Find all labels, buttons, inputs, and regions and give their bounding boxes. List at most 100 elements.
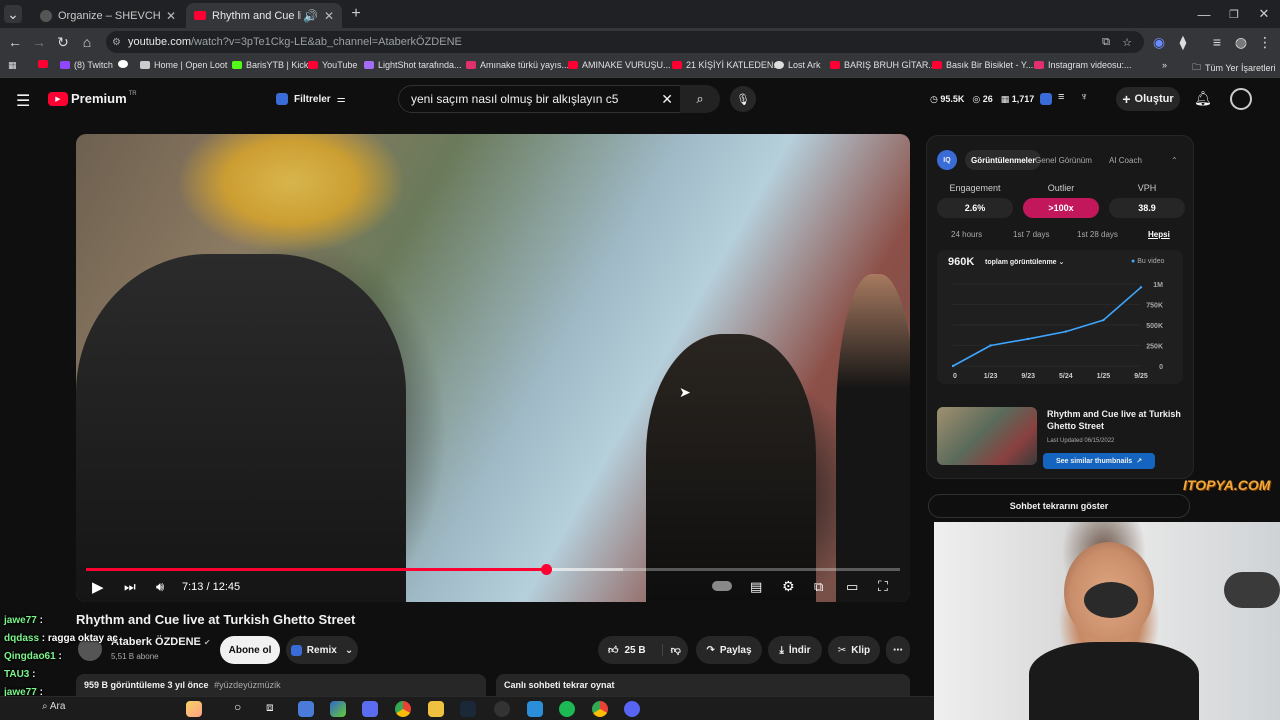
fullscreen-icon[interactable]: ⛶ — [878, 578, 888, 595]
scrubber-handle[interactable] — [540, 564, 552, 575]
bookmark-open-loot[interactable]: Home | Open Loot — [140, 60, 227, 70]
tab-views[interactable]: Görüntülenmeler — [965, 150, 1042, 170]
subscribe-button[interactable]: Abone ol — [220, 636, 280, 664]
range-all[interactable]: Hepsi — [1148, 230, 1170, 239]
bookmark-aminake-vurusu[interactable]: AMINAKE VURUŞU... — [568, 60, 671, 70]
install-app-icon[interactable]: ⧉ — [1102, 36, 1110, 49]
obs-icon[interactable] — [494, 701, 510, 717]
collapse-chevron-icon[interactable]: ⌃ — [1171, 150, 1178, 170]
chrome-icon[interactable] — [395, 701, 411, 717]
play-icon[interactable]: ▶ — [92, 578, 104, 596]
app-icon[interactable] — [527, 701, 543, 717]
file-explorer-icon[interactable] — [428, 701, 444, 717]
steam-icon[interactable] — [460, 701, 476, 717]
autoplay-toggle[interactable] — [712, 581, 732, 591]
theater-mode-icon[interactable]: ▭ — [846, 579, 858, 595]
bookmark-twitch[interactable]: (8) Twitch — [60, 60, 113, 70]
minimize-button[interactable]: — — [1188, 0, 1220, 28]
bookmark-star-icon[interactable]: ☆ — [1122, 36, 1132, 49]
see-similar-thumbnails-button[interactable]: See similar thumbnails ↗ — [1043, 453, 1155, 469]
extensions-puzzle-icon[interactable]: ⧫ — [1174, 33, 1192, 51]
close-icon[interactable]: ✕ — [166, 9, 176, 23]
dislike-icon[interactable]: 👎︎ — [661, 644, 681, 656]
remix-button[interactable]: Remix ⌄ — [286, 636, 358, 664]
bookmark-lost-ark[interactable]: Lost Ark — [774, 60, 821, 70]
description-box[interactable]: 959 B görüntüleme 3 yıl önce #yüzdeyüzmü… — [76, 674, 486, 698]
search-input[interactable]: yeni saçım nasıl olmuş bir alkışlayın c5… — [398, 85, 686, 113]
back-button[interactable]: ← — [6, 33, 24, 51]
bookmark-youtube-shortcut[interactable] — [38, 60, 52, 68]
restore-button[interactable]: ❐ — [1218, 0, 1250, 28]
bookmark-basik-bisiklet[interactable]: Basık Bir Bisiklet - Y... — [932, 60, 1033, 70]
new-tab-button[interactable]: + — [340, 0, 372, 28]
like-icon[interactable]: 👍︎ — [608, 644, 618, 656]
hashtag-link[interactable]: #yüzdeyüzmüzik — [214, 680, 281, 690]
video-player[interactable]: ➤ ▶ ⏭ 🔊︎ 7:13 / 12:45 ▤ ⚙ ⧉ ▭ ⛶ — [76, 134, 910, 602]
bookmark-baris-bruh[interactable]: BARIŞ BRUH GİTAR... — [830, 60, 936, 70]
taskbar-search[interactable]: ⌕ Ara — [42, 701, 65, 712]
more-bookmarks-icon[interactable]: » — [1162, 60, 1167, 70]
audio-icon[interactable]: 🔊 — [303, 9, 318, 23]
tab-ai-coach[interactable]: AI Coach — [1109, 150, 1142, 170]
bookmark-instagram-video[interactable]: Instagram videosu:... — [1034, 60, 1132, 70]
more-actions-button[interactable]: ⋯ — [886, 636, 910, 664]
bookmark-lightshot[interactable]: LightShot tarafında... — [364, 60, 462, 70]
iq-icon[interactable] — [1040, 93, 1052, 105]
voice-search-button[interactable]: 🎙 — [730, 86, 756, 112]
range-24h[interactable]: 24 hours — [951, 230, 982, 239]
extension-icon[interactable]: ◉ — [1150, 33, 1168, 51]
chrome-icon[interactable] — [592, 701, 608, 717]
bookmark-youtube[interactable]: YouTube — [308, 60, 357, 70]
start-icon[interactable]: ○ — [234, 700, 241, 714]
miniplayer-icon[interactable]: ⧉ — [814, 579, 823, 595]
profile-icon[interactable]: ◍ — [1232, 33, 1250, 51]
hamburger-menu-icon[interactable]: ☰ — [16, 91, 30, 111]
site-info-icon[interactable]: ⚙ — [112, 37, 121, 48]
app-icon[interactable] — [298, 701, 314, 717]
store-icon[interactable] — [362, 701, 378, 717]
close-window-button[interactable]: ✕ — [1248, 0, 1280, 28]
reload-button[interactable]: ↻ — [54, 33, 72, 51]
tab-rhythm-and-cue[interactable]: Rhythm and Cue live at Turki 🔊 ✕ — [186, 3, 342, 28]
close-icon[interactable]: ✕ — [324, 9, 334, 23]
progress-bar[interactable] — [86, 564, 900, 575]
copilot-icon[interactable] — [330, 701, 346, 717]
settings-gear-icon[interactable]: ⚙ — [782, 578, 795, 595]
bookmark-aminake-turku[interactable]: Amınake türkü yayıs... — [466, 60, 569, 70]
subtitles-icon[interactable]: ▤ — [750, 579, 762, 595]
bookmark-21-kisiyi[interactable]: 21 KİŞİYİ KATLEDEN... — [672, 60, 781, 70]
download-button[interactable]: ⤓ İndir — [768, 636, 822, 664]
home-button[interactable]: ⌂ — [78, 33, 96, 51]
create-button[interactable]: + Oluştur — [1116, 87, 1180, 111]
bookmark-kick[interactable]: BarisYTB | Kick — [232, 60, 308, 70]
youtube-logo[interactable]: ▶ Premium TR — [48, 91, 137, 106]
range-7d[interactable]: 1st 7 days — [1013, 230, 1049, 239]
share-button[interactable]: ↷ Paylaş — [696, 636, 762, 664]
tab-shevchenko[interactable]: Organize – SHEVCHENKO Lyrics ✕ — [32, 3, 184, 28]
clip-button[interactable]: ✂ Klip — [828, 636, 880, 664]
task-view-icon[interactable]: ⧈ — [266, 700, 274, 715]
clear-search-icon[interactable]: ✕ — [661, 91, 673, 108]
discord-icon[interactable] — [624, 701, 640, 717]
tab-overview[interactable]: Genel Görünüm — [1035, 150, 1092, 170]
spotify-icon[interactable] — [559, 701, 575, 717]
list-icon[interactable]: ≡ — [1058, 91, 1064, 103]
menu-icon[interactable]: ⋮ — [1256, 33, 1274, 51]
show-chat-replay-button[interactable]: Sohbet tekrarını göster — [928, 494, 1190, 518]
similar-thumbnail[interactable] — [937, 407, 1037, 465]
apps-grid-icon[interactable]: ▦ — [8, 60, 17, 71]
channel-name[interactable]: Ataberk ÖZDENE ✔ — [111, 636, 211, 648]
notifications-bell-icon[interactable]: 🔔︎ — [1194, 90, 1212, 107]
address-bar[interactable]: ⚙ youtube.com/watch?v=3pTe1Ckg-LE&ab_cha… — [106, 31, 1144, 53]
all-bookmarks-folder[interactable]: 🗀 Tüm Yer İşaretleri — [1192, 60, 1276, 76]
media-controls-icon[interactable]: ≡ — [1208, 33, 1226, 51]
bookmark-google[interactable] — [118, 60, 132, 68]
next-icon[interactable]: ⏭ — [124, 579, 136, 595]
search-button[interactable]: ⌕ — [680, 85, 720, 113]
widgets-icon[interactable] — [186, 701, 202, 717]
trophy-icon[interactable]: ♆ — [1080, 91, 1088, 103]
volume-icon[interactable]: 🔊︎ — [156, 579, 164, 595]
filters-button[interactable]: Filtreler ⚌ — [276, 89, 346, 109]
tab-search-icon[interactable]: ⌄ — [4, 5, 22, 23]
range-28d[interactable]: 1st 28 days — [1077, 230, 1118, 239]
